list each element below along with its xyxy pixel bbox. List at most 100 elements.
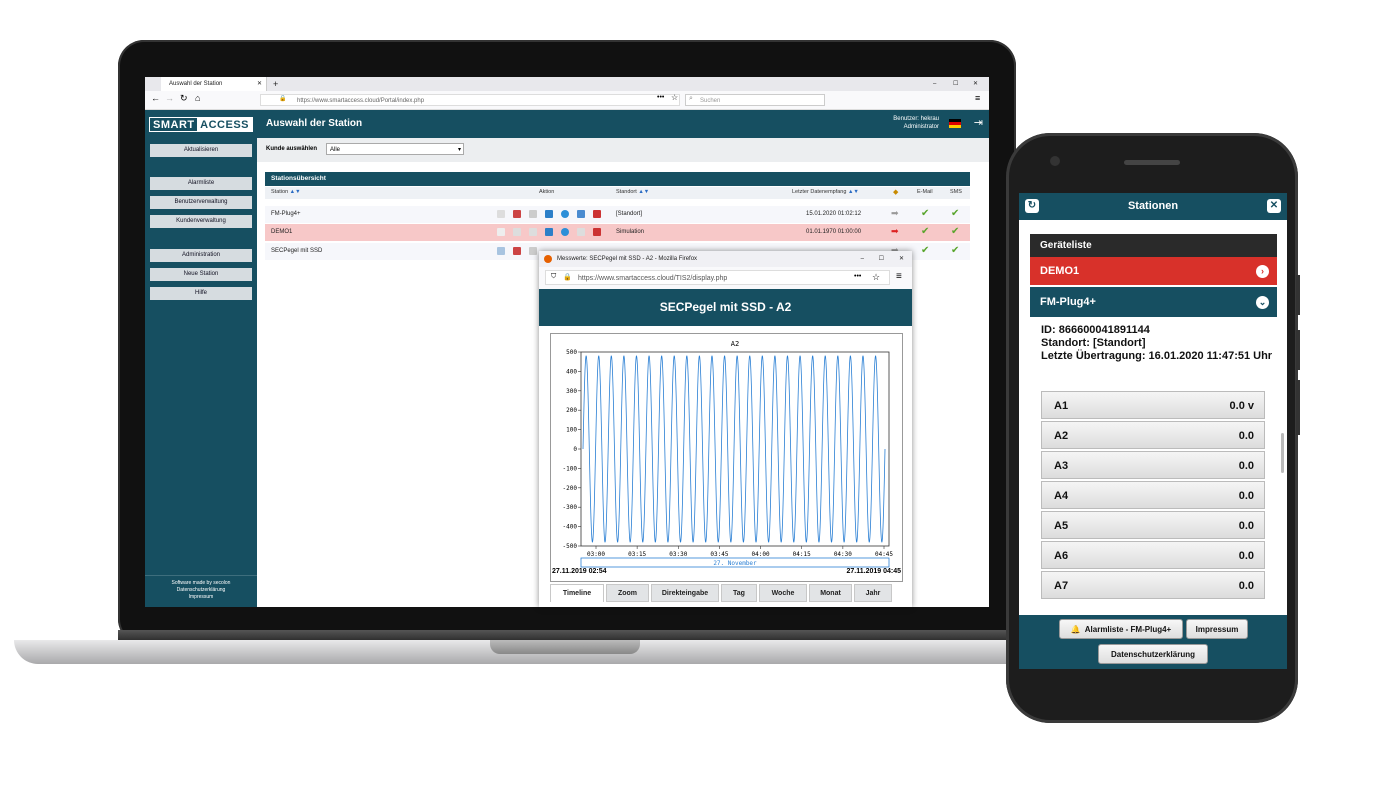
user-name: Benutzer: hekrau	[893, 116, 939, 122]
forward-icon[interactable]: →	[165, 93, 174, 103]
table-row[interactable]: DEMO1 Simulation 01.01.1970 01:00:00 ➡ ✔…	[265, 224, 970, 241]
close-icon[interactable]: ✕	[1267, 199, 1281, 213]
menu-icon[interactable]: ≡	[975, 93, 980, 103]
time-range-tabs: Timeline Zoom Direkteingabe Tag Woche Mo…	[550, 584, 901, 602]
y-tick-label: 100	[566, 427, 577, 434]
minimize-icon[interactable]: –	[861, 251, 864, 267]
alarm-list-button[interactable]: 🔔 Alarmliste - FM-Plug4+	[1059, 619, 1183, 639]
refresh-button[interactable]: Aktualisieren	[150, 144, 252, 157]
popup-url-field[interactable]: https://www.smartaccess.cloud/TIS2/displ…	[545, 270, 890, 285]
channel-name: A2	[1054, 430, 1069, 442]
popup-titlebar: Messwerte: SECPegel mit SSD - A2 - Mozil…	[539, 251, 912, 267]
footer-impressum-link[interactable]: Impressum	[145, 594, 257, 601]
download-icon[interactable]	[529, 247, 537, 255]
person-icon[interactable]	[577, 210, 585, 218]
sidebar-item-kundenverwaltung[interactable]: Kundenverwaltung	[150, 215, 252, 228]
x-axis-label: 27. November	[713, 560, 757, 567]
tab-timeline[interactable]: Timeline	[550, 584, 604, 602]
channel-item[interactable]: A1 0.0 v	[1041, 391, 1265, 419]
reload-icon[interactable]: ↻	[180, 93, 188, 104]
customer-select[interactable]: Alle ▾	[326, 143, 464, 155]
privacy-button[interactable]: Datenschutzerklärung	[1098, 644, 1208, 664]
map-pin-icon[interactable]	[561, 210, 569, 218]
y-tick-label: -200	[563, 485, 578, 492]
maximize-icon[interactable]: ☐	[879, 251, 884, 267]
maximize-icon[interactable]: ☐	[953, 77, 958, 91]
sidebar-item-benutzerverwaltung[interactable]: Benutzerverwaltung	[150, 196, 252, 209]
logout-icon[interactable]: ⇥	[974, 116, 983, 129]
refresh-icon[interactable]: ↻	[1025, 199, 1039, 213]
download-icon[interactable]	[529, 228, 537, 236]
sidebar-item-neue-station[interactable]: Neue Station	[150, 268, 252, 281]
url-bar[interactable]: https://www.smartaccess.cloud/Portal/ind…	[260, 94, 680, 106]
device-item-fm-plug4[interactable]: FM-Plug4+ ⌄	[1030, 287, 1277, 317]
chevron-down-icon: ▾	[457, 147, 461, 153]
alarm-list-label: Alarmliste - FM-Plug4+	[1084, 625, 1172, 634]
channel-name: A4	[1054, 490, 1069, 502]
tab-zoom[interactable]: Zoom	[606, 584, 649, 602]
channel-value: 0.0	[1238, 550, 1254, 562]
home-icon[interactable]: ⌂	[195, 93, 200, 103]
phone-speaker	[1124, 160, 1180, 165]
chart-icon[interactable]	[497, 247, 505, 255]
channel-value: 0.0	[1238, 580, 1254, 592]
menu-icon[interactable]: ≡	[896, 271, 902, 282]
map-pin-icon[interactable]	[561, 228, 569, 236]
folder-icon[interactable]	[545, 228, 553, 236]
device-info: ID: 866600041891144 Standort: [Standort]…	[1041, 324, 1281, 363]
col-email: E-Mail	[917, 189, 933, 195]
network-icon[interactable]	[513, 247, 521, 255]
col-last-reception[interactable]: Letzter Datenempfang ▲▼	[792, 189, 859, 195]
sidebar-item-alarmliste[interactable]: Alarmliste	[150, 177, 252, 190]
tools-icon[interactable]	[593, 228, 601, 236]
impressum-button[interactable]: Impressum	[1186, 619, 1248, 639]
minimize-icon[interactable]: –	[933, 77, 936, 91]
arrow-right-icon: ➡	[891, 226, 899, 236]
page-actions-icon[interactable]: •••	[854, 273, 861, 280]
tools-icon[interactable]	[593, 210, 601, 218]
sidebar-item-hilfe[interactable]: Hilfe	[150, 287, 252, 300]
x-tick-label: 03:30	[669, 551, 687, 558]
col-station[interactable]: Station ▲▼	[271, 189, 301, 195]
channel-item[interactable]: A2 0.0	[1041, 421, 1265, 449]
device-item-demo1[interactable]: DEMO1 ›	[1030, 257, 1277, 285]
range-end: 27.11.2019 04:45	[846, 568, 902, 575]
window-close-icon[interactable]: ✕	[973, 77, 978, 91]
channel-item[interactable]: A7 0.0	[1041, 571, 1265, 599]
channel-item[interactable]: A5 0.0	[1041, 511, 1265, 539]
scrollbar[interactable]	[1281, 433, 1284, 473]
search-input[interactable]: Suchen	[685, 94, 825, 106]
channel-item[interactable]: A4 0.0	[1041, 481, 1265, 509]
channel-name: A7	[1054, 580, 1069, 592]
close-icon[interactable]: ✕	[257, 77, 262, 91]
tab-tag[interactable]: Tag	[721, 584, 757, 602]
network-icon[interactable]	[513, 210, 521, 218]
download-icon[interactable]	[529, 210, 537, 218]
channel-item[interactable]: A6 0.0	[1041, 541, 1265, 569]
german-flag-icon[interactable]	[949, 119, 961, 128]
logo-smart-text: SMART	[153, 119, 195, 131]
bookmark-star-icon[interactable]: ☆	[671, 93, 678, 102]
sidebar-item-administration[interactable]: Administration	[150, 249, 252, 262]
new-tab-icon[interactable]: +	[273, 77, 278, 91]
channel-item[interactable]: A3 0.0	[1041, 451, 1265, 479]
tab-woche[interactable]: Woche	[759, 584, 807, 602]
col-location[interactable]: Standort ▲▼	[616, 189, 649, 195]
bookmark-star-icon[interactable]: ☆	[872, 272, 880, 283]
chart-icon[interactable]	[497, 228, 505, 236]
table-row[interactable]: FM-Plug4+ [Standort] 15.01.2020 01:02:12…	[265, 206, 970, 223]
back-icon[interactable]: ←	[151, 93, 160, 103]
close-icon[interactable]: ✕	[899, 251, 904, 267]
network-icon[interactable]	[513, 228, 521, 236]
tab-jahr[interactable]: Jahr	[854, 584, 892, 602]
person-icon[interactable]	[577, 228, 585, 236]
browser-tab[interactable]: Auswahl der Station ✕	[161, 77, 267, 91]
phone-header: Stationen ↻ ✕	[1019, 193, 1287, 220]
folder-icon[interactable]	[545, 210, 553, 218]
footer-privacy-link[interactable]: Datenschutzerklärung	[145, 587, 257, 594]
page-actions-icon[interactable]: •••	[657, 94, 664, 101]
tab-monat[interactable]: Monat	[809, 584, 852, 602]
chart-icon[interactable]	[497, 210, 505, 218]
a2-line-chart[interactable]: A2 500 400 300 200 100 0 -100 -200 -300 -400 -500 03…	[551, 334, 902, 581]
tab-direkteingabe[interactable]: Direkteingabe	[651, 584, 719, 602]
